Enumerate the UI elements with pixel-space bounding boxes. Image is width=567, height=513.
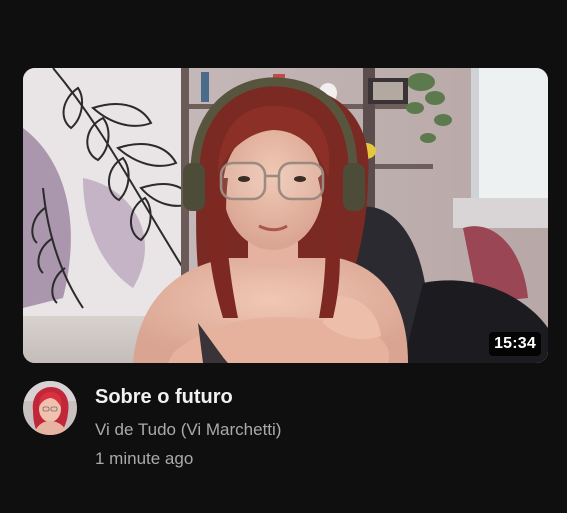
video-meta: Sobre o futuro Vi de Tudo (Vi Marchetti)…: [23, 381, 548, 481]
video-details: Sobre o futuro Vi de Tudo (Vi Marchetti)…: [95, 381, 535, 471]
thumbnail-image: [23, 68, 548, 363]
avatar-image: [23, 381, 77, 435]
upload-age: 1 minute ago: [95, 449, 194, 468]
video-card[interactable]: 15:34 Sobre o futuro Vi de Tudo (Vi Marc…: [23, 68, 548, 468]
video-title[interactable]: Sobre o futuro: [95, 383, 535, 411]
video-thumbnail[interactable]: 15:34: [23, 68, 548, 363]
duration-badge: 15:34: [489, 332, 541, 356]
channel-avatar[interactable]: [23, 381, 77, 435]
channel-name[interactable]: Vi de Tudo (Vi Marchetti): [95, 418, 535, 442]
